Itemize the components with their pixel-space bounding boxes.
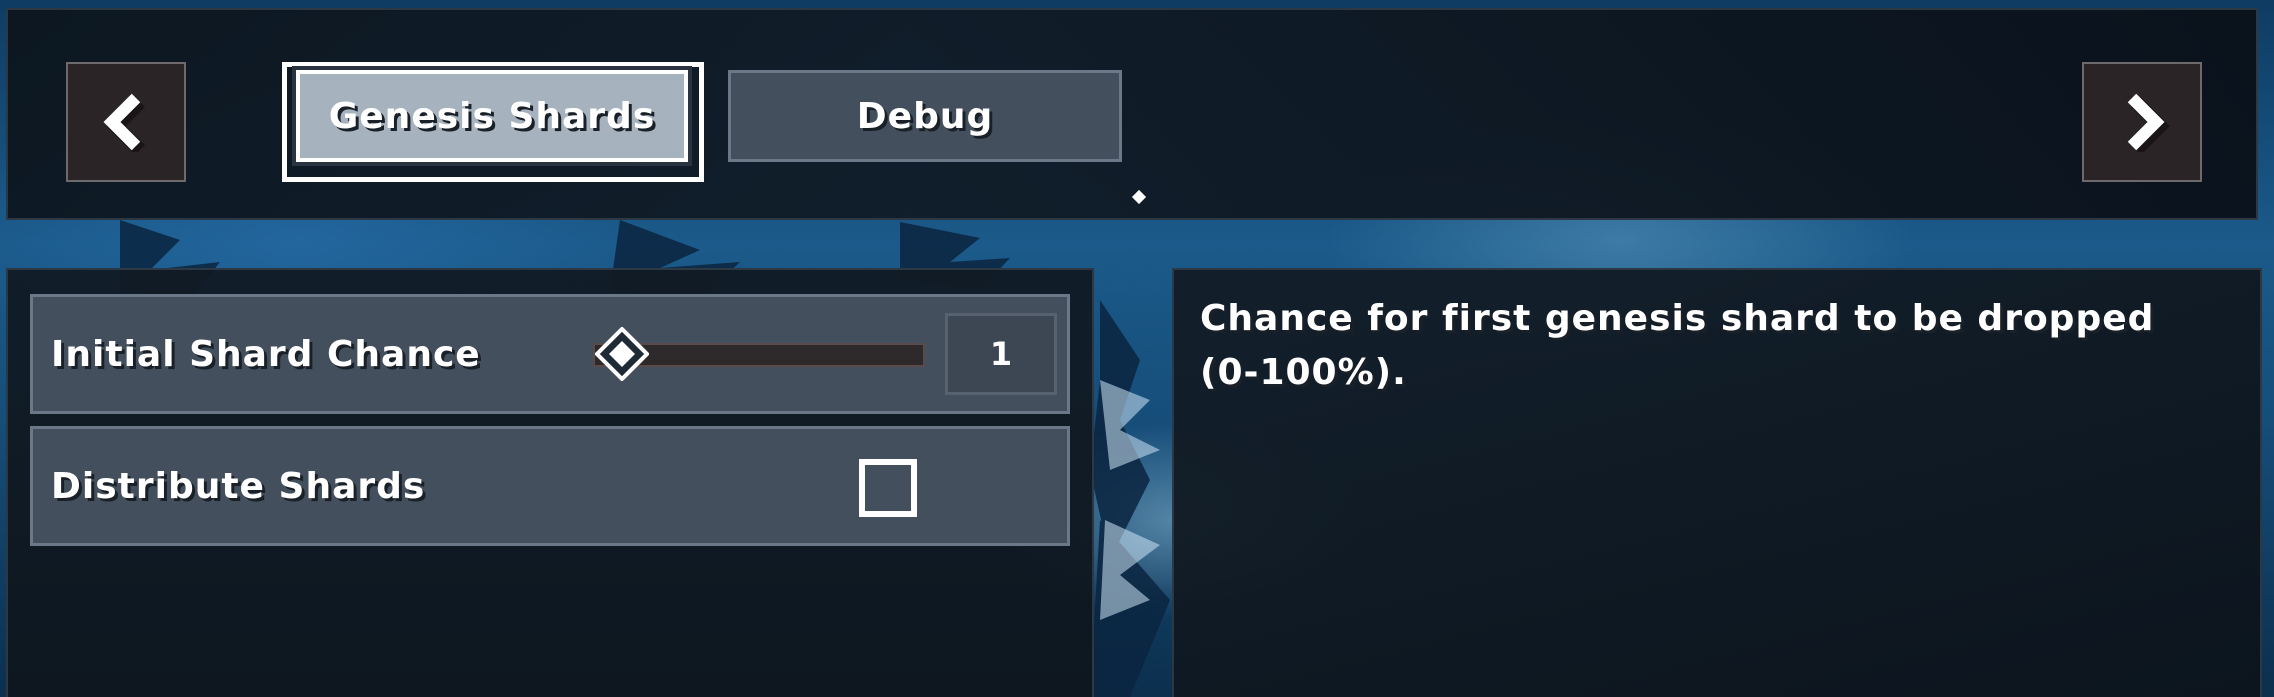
setting-row-initial-shard-chance[interactable]: Initial Shard Chance 1 — [30, 294, 1070, 414]
setting-description: Chance for first genesis shard to be dro… — [1200, 298, 2155, 393]
description-panel: Chance for first genesis shard to be dro… — [1172, 268, 2262, 697]
setting-label: Initial Shard Chance — [51, 333, 481, 375]
setting-row-distribute-shards[interactable]: Distribute Shards — [30, 426, 1070, 546]
slider-handle[interactable] — [594, 327, 649, 381]
tab-genesis-shards[interactable]: Genesis Shards — [296, 70, 688, 162]
tab-bar-panel: Genesis Shards Debug — [6, 8, 2258, 220]
settings-list-panel: Initial Shard Chance 1 Distribute Shards — [6, 268, 1094, 697]
tab-indicator-dot — [1131, 189, 1147, 205]
distribute-shards-checkbox[interactable] — [859, 459, 917, 517]
setting-label: Distribute Shards — [51, 465, 426, 507]
chevron-left-icon — [103, 93, 145, 152]
next-tab-button[interactable] — [2082, 62, 2202, 182]
tab-debug[interactable]: Debug — [728, 70, 1122, 162]
previous-tab-button[interactable] — [66, 62, 186, 182]
chevron-right-icon — [2127, 93, 2170, 152]
initial-shard-chance-value[interactable]: 1 — [945, 313, 1057, 395]
